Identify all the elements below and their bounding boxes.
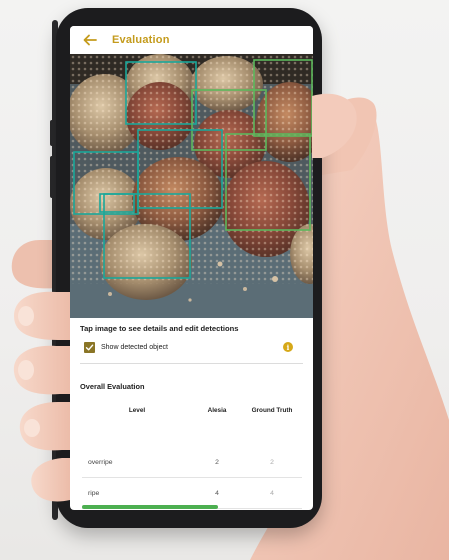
column-header-alesia: Alesia bbox=[207, 406, 227, 414]
ground-truth-cell: 2 bbox=[242, 447, 302, 478]
level-cell: ripe bbox=[82, 477, 192, 509]
home-indicator bbox=[82, 505, 218, 509]
table-row: ripe 4 4 bbox=[82, 477, 302, 509]
tap-hint: Tap image to see details and edit detect… bbox=[80, 324, 239, 333]
info-icon[interactable]: i bbox=[283, 342, 293, 352]
level-cell: overripe bbox=[82, 447, 192, 478]
app-bar: Evaluation bbox=[70, 26, 313, 54]
phone-side-button bbox=[50, 156, 54, 198]
show-detected-label: Show detected object bbox=[101, 343, 168, 351]
show-detected-row: Show detected object i bbox=[80, 339, 303, 355]
detection-image[interactable] bbox=[70, 54, 313, 318]
show-detected-checkbox[interactable] bbox=[84, 341, 95, 353]
phone-side-button bbox=[50, 120, 54, 146]
back-arrow-icon[interactable] bbox=[82, 32, 98, 48]
page-title: Evaluation bbox=[112, 34, 170, 46]
content-panel: Tap image to see details and edit detect… bbox=[70, 318, 313, 510]
checkmark-icon bbox=[85, 344, 94, 350]
app-screen: Evaluation Tap image to see details and … bbox=[70, 26, 313, 510]
column-header-level: Level bbox=[128, 406, 146, 414]
divider bbox=[80, 363, 303, 364]
alesia-cell: 2 bbox=[192, 447, 242, 478]
ground-truth-cell: 1 bbox=[242, 509, 302, 511]
column-header-ground-truth: Ground Truth bbox=[251, 406, 293, 414]
alesia-cell: 4 bbox=[192, 477, 242, 509]
table-row: overripe 2 2 bbox=[82, 447, 302, 478]
overall-evaluation-title: Overall Evaluation bbox=[80, 382, 145, 391]
evaluation-table: Level Alesia Ground Truth overripe 2 2 r… bbox=[82, 403, 302, 510]
ground-truth-cell: 4 bbox=[242, 477, 302, 509]
